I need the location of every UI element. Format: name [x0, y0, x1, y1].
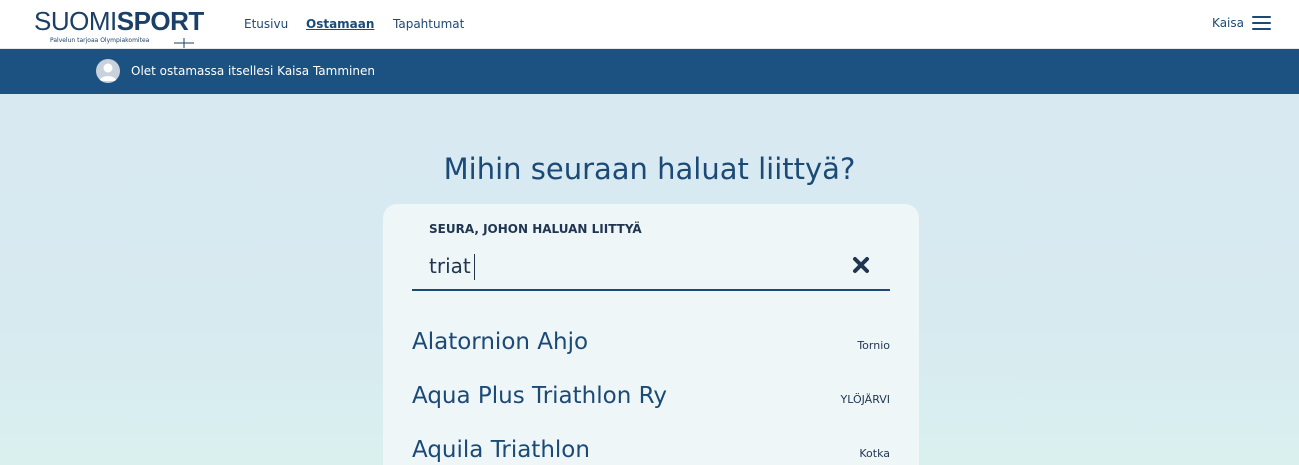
club-search-input[interactable] [411, 248, 863, 284]
clear-search-icon[interactable] [851, 255, 871, 275]
olympic-cross-icon [174, 38, 194, 48]
nav-link-ostamaan[interactable]: Ostamaan [306, 17, 374, 31]
logo-wordmark: SUOMISPORT [34, 8, 204, 34]
search-input-underline [412, 289, 890, 291]
avatar [96, 59, 120, 83]
club-search-card: SEURA, JOHON HALUAN LIITTYÄ Alatornion A… [383, 204, 919, 465]
main-content: Mihin seuraan haluat liittyä? SEURA, JOH… [0, 94, 1299, 465]
club-name: Aquila Triathlon [412, 437, 590, 463]
club-name: Aqua Plus Triathlon Ry [412, 383, 667, 409]
user-name[interactable]: Kaisa [1212, 16, 1244, 30]
nav-link-etusivu[interactable]: Etusivu [244, 17, 288, 31]
logo-tagline: Palvelun tarjoaa Olympiakomitea [50, 37, 150, 44]
nav-link-tapahtumat[interactable]: Tapahtumat [393, 17, 464, 31]
club-name: Alatornion Ahjo [412, 329, 589, 355]
top-navigation-bar: SUOMISPORT Palvelun tarjoaa Olympiakomit… [0, 0, 1299, 49]
user-silhouette-icon [99, 63, 117, 81]
club-city: Kotka [859, 447, 890, 460]
club-city: Tornio [857, 339, 890, 352]
club-result-item[interactable]: Aqua Plus Triathlon Ry YLÖJÄRVI [412, 375, 890, 415]
logo-wordmark-bold: SPORT [116, 6, 205, 36]
club-result-item[interactable]: Alatornion Ahjo Tornio [412, 321, 890, 361]
page-title: Mihin seuraan haluat liittyä? [443, 152, 856, 186]
club-city: YLÖJÄRVI [840, 393, 891, 406]
hamburger-menu-icon[interactable] [1252, 16, 1271, 30]
user-menu[interactable]: Kaisa [1212, 16, 1271, 30]
club-result-item[interactable]: Aquila Triathlon Kotka [412, 429, 890, 465]
buyer-info-bar: Olet ostamassa itsellesi Kaisa Tamminen [0, 49, 1299, 94]
buyer-info-text: Olet ostamassa itsellesi Kaisa Tamminen [131, 64, 375, 78]
logo-wordmark-light: SUOMI [34, 6, 117, 36]
suomisport-logo[interactable]: SUOMISPORT Palvelun tarjoaa Olympiakomit… [34, 8, 204, 48]
text-cursor [474, 254, 475, 280]
search-field-label: SEURA, JOHON HALUAN LIITTYÄ [429, 222, 642, 236]
